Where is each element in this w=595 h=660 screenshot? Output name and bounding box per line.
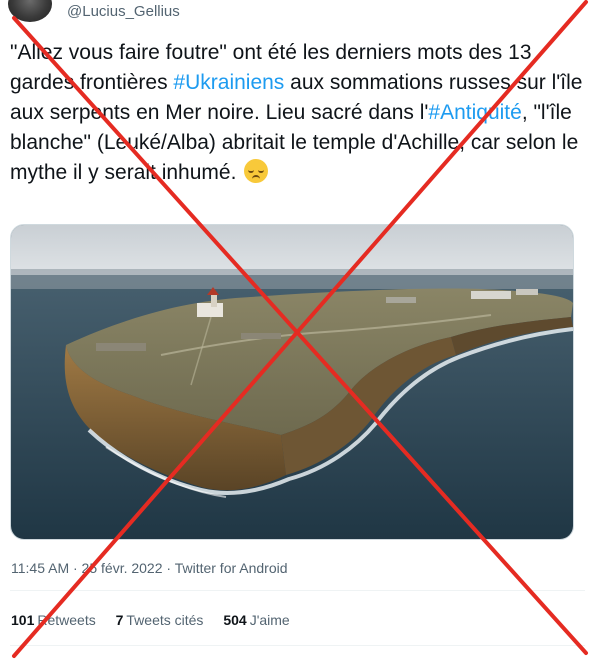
quote-tweets-label: Tweets cités bbox=[126, 612, 204, 628]
avatar[interactable] bbox=[8, 0, 52, 22]
likes-label: J'aime bbox=[249, 612, 290, 628]
quote-tweets-count[interactable]: 7 Tweets cités bbox=[116, 612, 204, 628]
tweet-photo[interactable] bbox=[10, 224, 574, 540]
tweet-text: "Allez vous faire foutre" ont été les de… bbox=[10, 38, 585, 188]
tweet-timestamp[interactable]: 11:45 AM · 25 févr. 2022 · Twitter for A… bbox=[11, 560, 288, 576]
aerial-island-photo bbox=[11, 225, 573, 539]
retweets-count[interactable]: 101 Retweets bbox=[11, 612, 96, 628]
retweets-number: 101 bbox=[11, 612, 35, 628]
divider bbox=[10, 590, 585, 591]
divider bbox=[10, 645, 585, 646]
tweet-stats: 101 Retweets 7 Tweets cités 504 J'aime bbox=[11, 612, 306, 628]
quote-tweets-number: 7 bbox=[115, 612, 124, 628]
user-handle[interactable]: @Lucius_Gellius bbox=[67, 3, 180, 20]
hashtag-link-ukrainiens[interactable]: #Ukrainiens bbox=[173, 71, 284, 94]
pensive-face-icon bbox=[244, 159, 269, 183]
likes-number: 504 bbox=[223, 612, 247, 628]
likes-count[interactable]: 504 J'aime bbox=[223, 612, 289, 628]
retweets-label: Retweets bbox=[37, 612, 96, 628]
hashtag-link-antiquite[interactable]: #Antiquité bbox=[428, 101, 521, 124]
